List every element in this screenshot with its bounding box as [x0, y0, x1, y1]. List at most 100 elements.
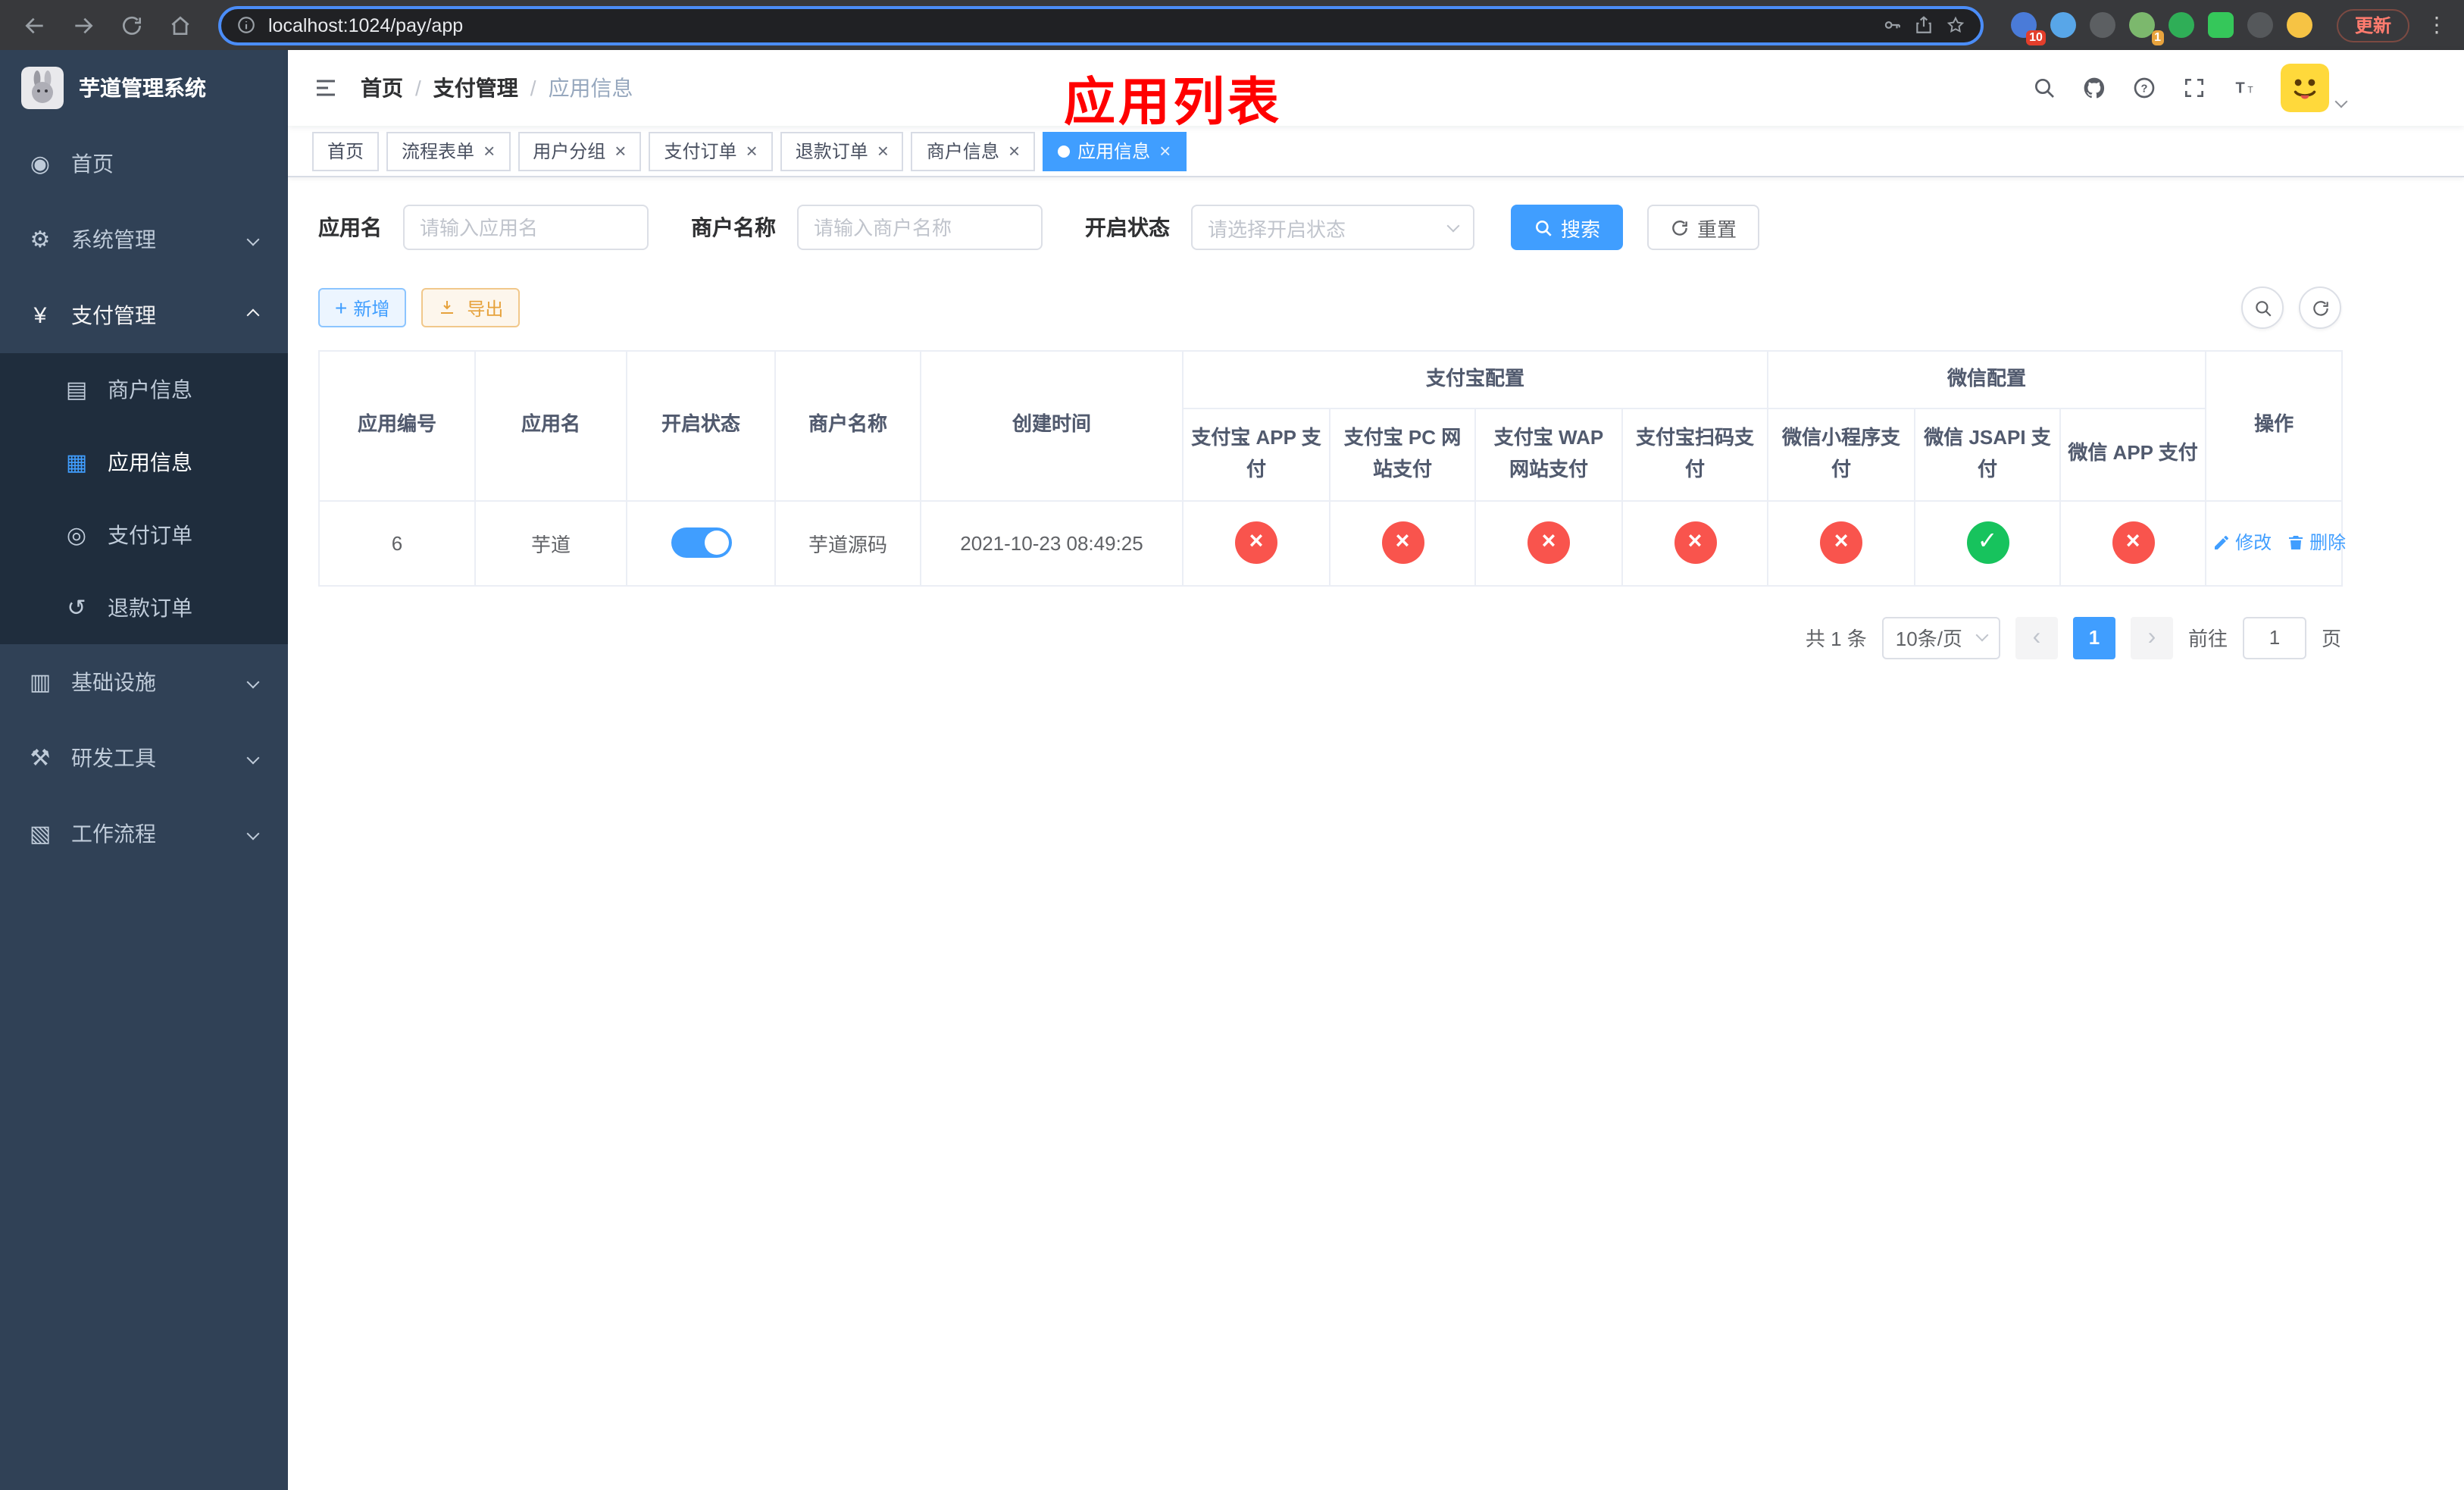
puzzle-extension-icon[interactable]: 10	[2010, 12, 2046, 45]
sidebar-item[interactable]: ◉ 首页	[0, 126, 288, 202]
menu-dots-icon[interactable]: ⋮	[2425, 12, 2449, 38]
pencil-icon	[2215, 535, 2229, 549]
merchant-name-label: 商户名称	[691, 215, 776, 239]
share-icon[interactable]	[1914, 15, 1934, 35]
next-page-button[interactable]: ›	[2130, 616, 2173, 659]
toggle-search-button[interactable]	[2241, 286, 2284, 329]
sidebar: 芋道管理系统 ◉ 首页 ⚙ 系统管理 ¥ 支付管理 ▤ 商户信息 ▦ 应用信息 ◎ 支付订单 ↺ 退款订单…	[0, 50, 288, 1490]
home-icon[interactable]	[161, 5, 200, 45]
refresh-table-button[interactable]	[2299, 286, 2341, 329]
tabs-bar: 首页 流程表单 × 用户分组 × 支付订单 × 退款订单 × 商户信息 × 应用信息 ×	[288, 126, 2464, 177]
avatar	[2281, 64, 2329, 112]
pin-extension-icon[interactable]	[2247, 12, 2273, 38]
config-cell: ×	[1329, 499, 1476, 587]
col-header-alipay-pc: 支付宝 PC 网站支付	[1329, 408, 1476, 502]
sidebar-subitem[interactable]: ▦ 应用信息	[0, 426, 288, 499]
star-icon[interactable]	[1946, 15, 1965, 35]
back-icon[interactable]	[15, 5, 55, 45]
config-cell: ×	[1767, 499, 1916, 587]
disabled-cross-icon: ×	[1381, 521, 1424, 565]
col-header-wechat-app: 微信 APP 支付	[2059, 408, 2207, 502]
total-count: 共 1 条	[1805, 628, 1867, 651]
merchant-name-input[interactable]	[797, 205, 1043, 250]
search-form: 应用名 商户名称 开启状态 请选择开启状态	[318, 205, 2341, 250]
question-icon[interactable]: ?	[2131, 74, 2158, 102]
tab-close-icon[interactable]: ×	[877, 141, 889, 161]
cell-app-id: 6	[318, 499, 476, 587]
edit-link[interactable]: 修改	[2212, 530, 2272, 556]
tab-close-icon[interactable]: ×	[483, 141, 495, 161]
search-icon[interactable]	[2031, 74, 2058, 102]
sidebar-subitem-label: 支付订单	[108, 523, 192, 547]
sidebar-subitem[interactable]: ▤ 商户信息	[0, 353, 288, 426]
github-icon[interactable]	[2081, 74, 2108, 102]
app-name-input[interactable]	[403, 205, 649, 250]
screen: localhost:1024/pay/app 10 1 更新 ⋮ 芋道管理系统	[0, 0, 2464, 1490]
drop-extension-icon[interactable]	[2050, 12, 2076, 38]
gear-icon: ⚙	[30, 227, 51, 253]
goto-page-input[interactable]	[2242, 616, 2306, 659]
refresh-icon	[2312, 300, 2328, 315]
app-name-label: 应用名	[318, 215, 382, 239]
view-tab[interactable]: 首页	[312, 131, 380, 171]
view-tab[interactable]: 退款订单 ×	[780, 131, 904, 171]
user-menu[interactable]	[2281, 64, 2348, 112]
prev-page-button[interactable]: ‹	[2015, 616, 2058, 659]
disabled-cross-icon: ×	[1674, 521, 1716, 565]
page-number-button[interactable]: 1	[2072, 616, 2115, 659]
status-toggle[interactable]	[671, 527, 731, 559]
sidebar-subitem[interactable]: ◎ 支付订单	[0, 499, 288, 571]
collapse-sidebar-icon[interactable]	[312, 74, 339, 102]
sidebar-logo[interactable]: 芋道管理系统	[0, 50, 288, 126]
tab-close-icon[interactable]: ×	[1159, 141, 1171, 161]
view-tab[interactable]: 流程表单 ×	[386, 131, 511, 171]
tab-close-icon[interactable]: ×	[614, 141, 626, 161]
reset-button-label: 重置	[1697, 218, 1737, 240]
chevron-down-icon	[246, 827, 260, 840]
sidebar-menu: ◉ 首页 ⚙ 系统管理 ¥ 支付管理 ▤ 商户信息 ▦ 应用信息 ◎ 支付订单 ↺ 退款订单 ▥ 基础设施 ⚒ 研…	[0, 126, 288, 872]
breadcrumb-separator: /	[415, 76, 421, 100]
status-select[interactable]: 请选择开启状态	[1191, 205, 1474, 250]
cell-app-name: 芋道	[474, 499, 627, 587]
delete-link[interactable]: 删除	[2287, 530, 2346, 556]
font-size-icon[interactable]: TT	[2231, 74, 2258, 102]
breadcrumb-item[interactable]: 首页	[361, 73, 403, 103]
reload-icon[interactable]	[112, 5, 152, 45]
sidebar-item[interactable]: ¥ 支付管理	[0, 277, 288, 353]
tab-close-icon[interactable]: ×	[746, 141, 758, 161]
enabled-check-icon: ✓	[1966, 521, 2009, 565]
view-tab[interactable]: 商户信息 ×	[911, 131, 1036, 171]
reset-button[interactable]: 重置	[1647, 205, 1760, 250]
site-info-icon[interactable]	[236, 15, 256, 35]
export-button[interactable]: 导出	[421, 288, 521, 327]
active-tab-dot	[1058, 145, 1071, 157]
refund-icon: ↺	[67, 596, 86, 621]
sidebar-item[interactable]: ⚙ 系统管理	[0, 202, 288, 277]
yen-icon: ¥	[33, 302, 47, 328]
avatar-extension-icon[interactable]: 1	[2128, 12, 2164, 45]
sidebar-item[interactable]: ▧ 工作流程	[0, 796, 288, 872]
sidebar-item[interactable]: ▥ 基础设施	[0, 644, 288, 720]
search-button[interactable]: 搜索	[1511, 205, 1624, 250]
sidebar-item[interactable]: ⚒ 研发工具	[0, 720, 288, 796]
col-header-alipay-app: 支付宝 APP 支付	[1182, 408, 1330, 502]
check-extension-icon[interactable]	[2168, 12, 2194, 38]
breadcrumb-item[interactable]: 支付管理	[433, 73, 518, 103]
view-tab[interactable]: 用户分组 ×	[518, 131, 642, 171]
add-button[interactable]: + 新增	[318, 288, 407, 327]
forward-icon[interactable]	[64, 5, 103, 45]
chat-extension-icon[interactable]	[2207, 12, 2234, 38]
tab-close-icon[interactable]: ×	[1008, 141, 1020, 161]
browser-update-button[interactable]: 更新	[2336, 8, 2409, 42]
address-bar[interactable]: localhost:1024/pay/app	[218, 5, 1984, 45]
page-size-select[interactable]: 10条/页	[1881, 616, 2000, 659]
dark-extension-icon[interactable]	[2089, 12, 2115, 38]
view-tab[interactable]: 应用信息 ×	[1043, 131, 1187, 171]
emoji-extension-icon[interactable]	[2286, 12, 2312, 38]
view-tab[interactable]: 支付订单 ×	[649, 131, 773, 171]
page-suffix-label: 页	[2321, 628, 2341, 651]
fullscreen-icon[interactable]	[2181, 74, 2208, 102]
url-text[interactable]: localhost:1024/pay/app	[268, 14, 1870, 36]
key-icon[interactable]	[1882, 15, 1902, 35]
sidebar-subitem[interactable]: ↺ 退款订单	[0, 571, 288, 644]
